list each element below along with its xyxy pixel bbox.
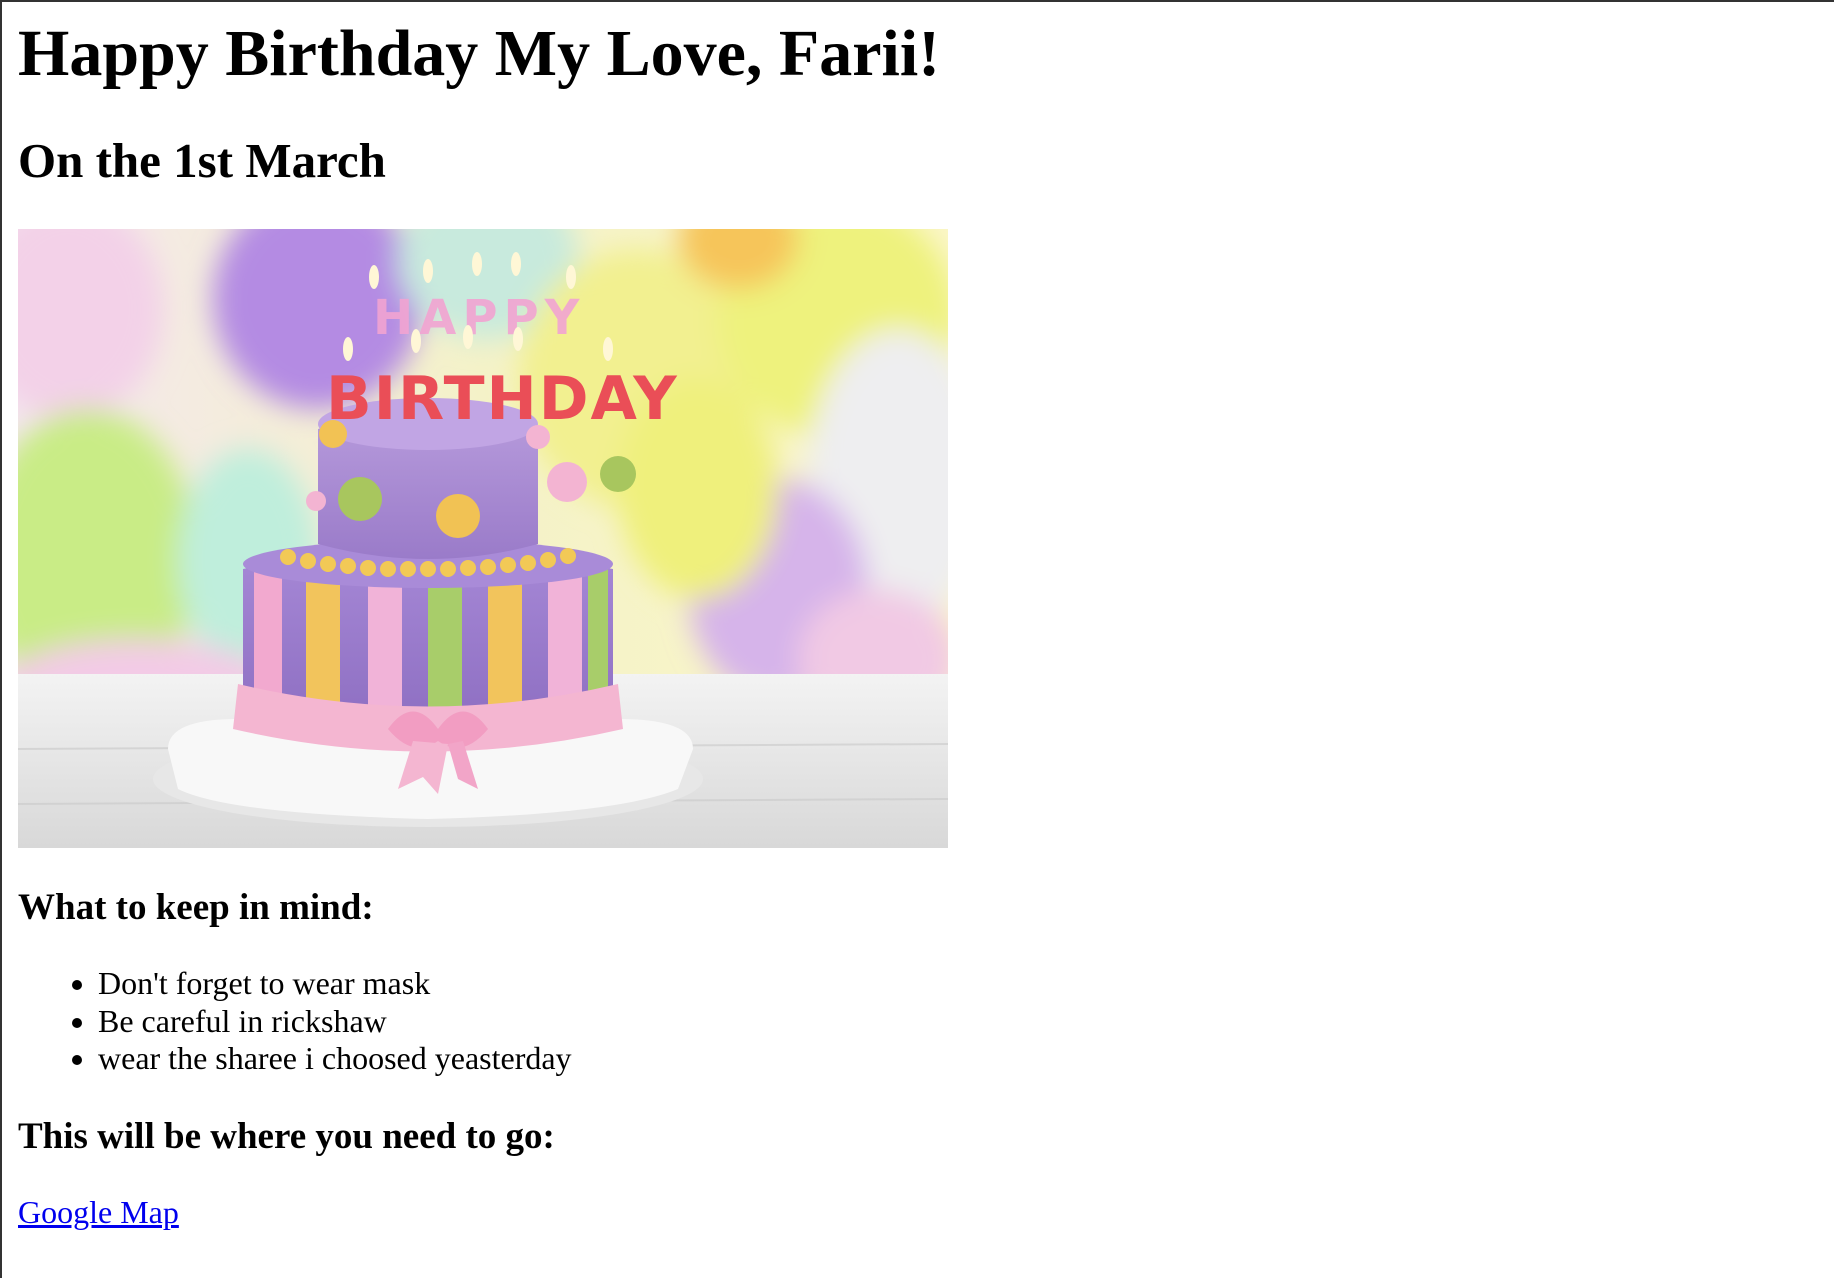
window-top-border bbox=[0, 0, 1834, 2]
directions-heading: This will be where you need to go: bbox=[18, 1116, 555, 1157]
candle-letters-bottom: BIRTHDAY bbox=[326, 364, 679, 434]
birthday-cake-image: HAPPY BIRTHDAY bbox=[18, 229, 948, 848]
google-map-link[interactable]: Google Map bbox=[18, 1193, 179, 1231]
window-left-border bbox=[0, 0, 2, 1278]
keep-in-mind-heading: What to keep in mind: bbox=[18, 887, 374, 928]
page-subtitle: On the 1st March bbox=[18, 133, 386, 188]
list-item: Don't forget to wear mask bbox=[98, 965, 572, 1003]
keep-in-mind-list: Don't forget to wear mask Be careful in … bbox=[18, 965, 572, 1078]
list-item: Be careful in rickshaw bbox=[98, 1003, 572, 1041]
candle-letters-top: HAPPY bbox=[373, 290, 585, 346]
list-item: wear the sharee i choosed yeasterday bbox=[98, 1040, 572, 1078]
page-title: Happy Birthday My Love, Farii! bbox=[18, 17, 941, 90]
